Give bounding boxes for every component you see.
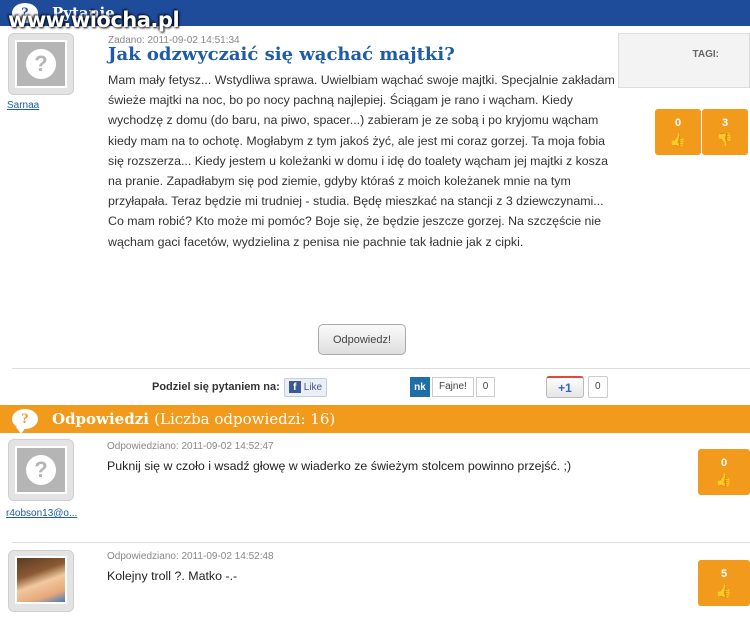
avatar[interactable]: ? bbox=[8, 439, 74, 501]
share-label: Podziel się pytaniem na: bbox=[152, 381, 280, 393]
avatar[interactable] bbox=[8, 550, 74, 612]
answers-header-bar: ? Odpowiedzi (Liczba odpowiedzi: 16) bbox=[0, 405, 750, 434]
answers-header-title: Odpowiedzi (Liczba odpowiedzi: 16) bbox=[52, 410, 335, 428]
answer-text: Kolejny troll ?. Matko -.- bbox=[107, 569, 238, 583]
vote-down-button[interactable]: 3 👎 bbox=[702, 109, 748, 155]
answer-vote-button[interactable]: 0 👍 bbox=[698, 449, 750, 495]
question-body: Mam mały fetysz... Wstydliwa sprawa. Uwi… bbox=[108, 73, 615, 249]
answers-count: (Liczba odpowiedzi: 16) bbox=[154, 410, 336, 428]
tags-box: TAGI: bbox=[618, 33, 750, 88]
nk-fajne-widget[interactable]: nk Fajne! 0 bbox=[410, 377, 496, 397]
answer-vote-button[interactable]: 5 👍 bbox=[698, 560, 750, 606]
facebook-icon: f bbox=[288, 381, 301, 393]
divider bbox=[12, 542, 750, 543]
vote-down-count: 3 bbox=[721, 117, 729, 129]
site-watermark: www.wiocha.pl bbox=[8, 8, 180, 32]
answer-vote-count: 5 bbox=[720, 568, 728, 580]
gplus-widget[interactable]: +1 0 bbox=[546, 376, 608, 398]
question-author-link[interactable]: Sarnaa bbox=[7, 100, 39, 111]
gplus-button[interactable]: +1 bbox=[546, 376, 584, 398]
answer-meta: Odpowiedziano: 2011-09-02 14:52:47 bbox=[107, 441, 274, 452]
answer-author-link[interactable]: r4obson13@o... bbox=[6, 508, 77, 519]
share-row: Podziel się pytaniem na: f Like bbox=[152, 374, 328, 400]
facebook-like-button[interactable]: f Like bbox=[283, 377, 328, 397]
answers-title: Odpowiedzi bbox=[52, 410, 149, 428]
question-bubble-icon: ? bbox=[12, 409, 38, 434]
thumbs-up-icon: 👍 bbox=[669, 132, 687, 147]
gplus-count: 0 bbox=[588, 376, 608, 398]
answer-meta: Odpowiedziano: 2011-09-02 14:52:48 bbox=[107, 551, 274, 562]
nk-count: 0 bbox=[475, 377, 496, 397]
vote-up-button[interactable]: 0 👍 bbox=[655, 109, 701, 155]
question-title[interactable]: Jak odzwyczaić się wąchać majtki? bbox=[108, 44, 455, 65]
thumbs-up-icon: 👍 bbox=[715, 583, 733, 598]
default-avatar-icon: ? bbox=[15, 40, 67, 88]
answer-text: Puknij się w czoło i wsadź głowę w wiade… bbox=[107, 459, 572, 473]
default-avatar-icon: ? bbox=[15, 446, 67, 494]
reply-button[interactable]: Odpowiedz! bbox=[318, 324, 406, 355]
user-avatar-image bbox=[15, 556, 67, 604]
avatar[interactable]: ? bbox=[8, 33, 74, 95]
facebook-like-label: Like bbox=[303, 381, 323, 393]
nk-logo-icon: nk bbox=[410, 377, 430, 397]
tags-label: TAGI: bbox=[692, 49, 719, 60]
thumbs-down-icon: 👎 bbox=[716, 132, 734, 147]
divider bbox=[12, 368, 750, 369]
answer-vote-count: 0 bbox=[720, 457, 728, 469]
vote-up-count: 0 bbox=[674, 117, 682, 129]
thumbs-up-icon: 👍 bbox=[715, 472, 733, 487]
nk-fajne-button[interactable]: Fajne! bbox=[432, 377, 474, 397]
